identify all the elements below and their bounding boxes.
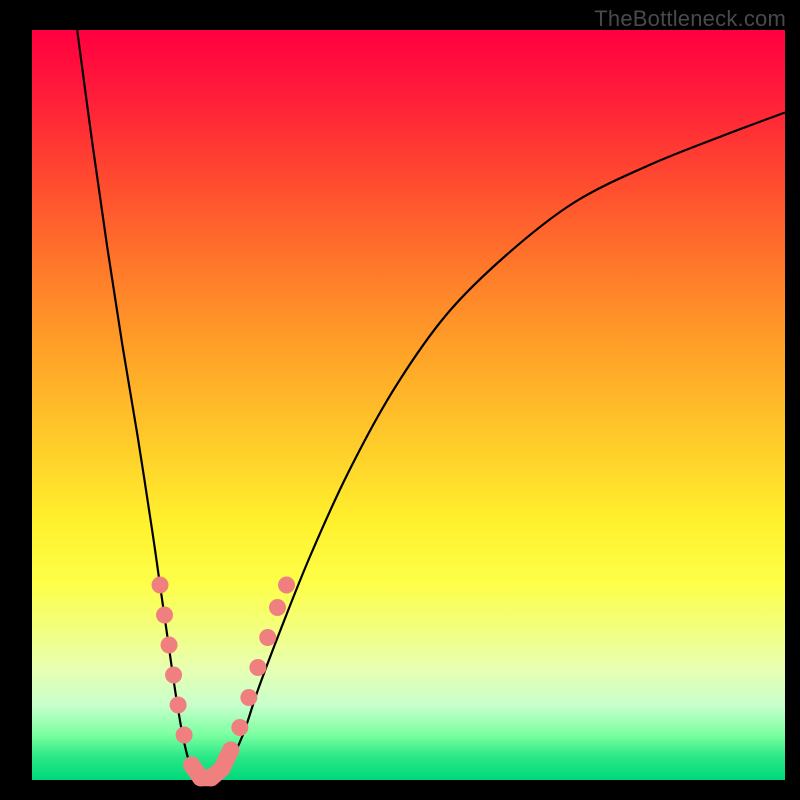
marker-dot [156, 607, 173, 624]
marker-dot [165, 667, 182, 684]
marker-dot [240, 689, 257, 706]
marker-dot [278, 577, 295, 594]
curve-layer [77, 30, 785, 782]
chart-frame: TheBottleneck.com [0, 0, 800, 800]
marker-dot [249, 659, 266, 676]
marker-dot [231, 719, 248, 736]
marker-dot [222, 742, 239, 759]
marker-dot [176, 727, 193, 744]
chart-svg [0, 0, 800, 800]
marker-dot [161, 637, 178, 654]
marker-dot [269, 599, 286, 616]
marker-layer [152, 577, 296, 787]
marker-dot [152, 577, 169, 594]
bottleneck-curve [77, 30, 785, 782]
marker-dot [213, 760, 230, 777]
marker-dot [259, 629, 276, 646]
marker-dot [170, 697, 187, 714]
